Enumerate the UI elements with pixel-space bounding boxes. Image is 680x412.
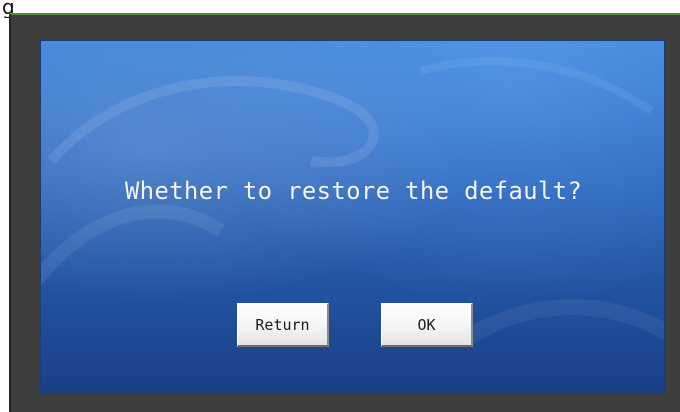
return-button[interactable]: Return — [237, 303, 329, 347]
dialog-screen: Whether to restore the default? Return O… — [40, 40, 665, 394]
background-swirl-decoration — [41, 57, 664, 348]
dialog-message: Whether to restore the default? — [124, 177, 583, 205]
ok-button[interactable]: OK — [381, 303, 473, 347]
device-frame: Whether to restore the default? Return O… — [9, 13, 680, 412]
page: g Whether to restore the default? Return… — [0, 0, 680, 412]
return-button-label: Return — [255, 315, 310, 334]
ok-button-label: OK — [417, 315, 436, 334]
